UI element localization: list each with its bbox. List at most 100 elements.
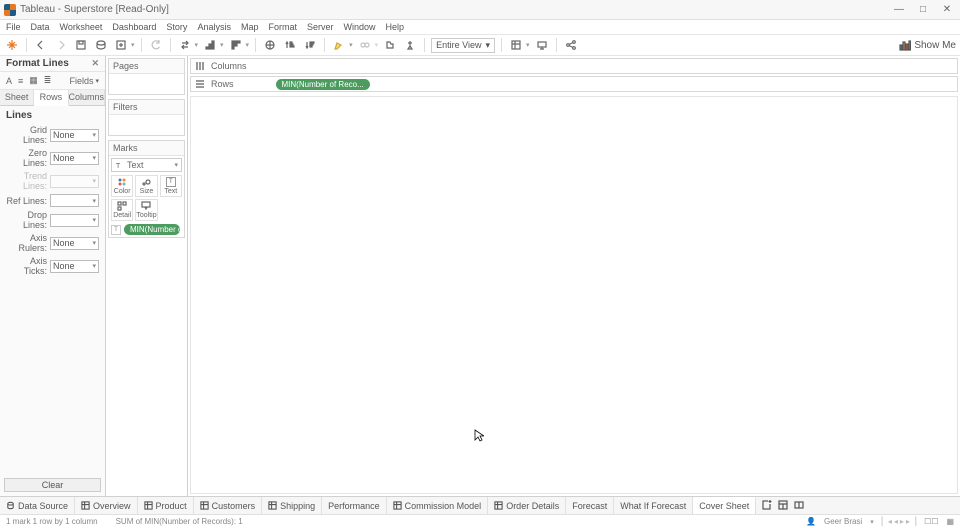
tab-overview[interactable]: Overview <box>75 497 138 514</box>
format-pane: Format Lines ✕ A ≡ ▦ ≣ Fields▾ Sheet Row… <box>0 56 106 496</box>
menu-bar: File Data Worksheet Dashboard Story Anal… <box>0 20 960 34</box>
totals-button[interactable] <box>262 37 278 53</box>
status-bar: 1 mark 1 row by 1 column SUM of MIN(Numb… <box>0 514 960 528</box>
tab-whatif[interactable]: What If Forecast <box>614 497 693 514</box>
fit-selector[interactable]: Entire View▾ <box>431 38 495 53</box>
rows-pill[interactable]: MIN(Number of Reco... <box>276 79 370 90</box>
sheet-nav[interactable]: ▏◂◂▸▸▕ <box>882 517 916 526</box>
toolbar: ▾ ▾ ▾ ▾ ▾ ▾ Entire View▾ ▾ Show Me <box>0 34 960 56</box>
sheet-tabs: Data Source Overview Product Customers S… <box>0 496 960 514</box>
window-title: Tableau - Superstore [Read-Only] <box>20 4 169 15</box>
presentation-mode-button[interactable] <box>534 37 550 53</box>
menu-file[interactable]: File <box>6 22 21 32</box>
new-worksheet-icon[interactable] <box>762 500 772 512</box>
format-close-icon[interactable]: ✕ <box>91 58 99 69</box>
marks-tooltip[interactable]: Tooltip <box>135 199 157 221</box>
sort-desc-button[interactable]: ▾ <box>228 37 250 53</box>
new-dashboard-icon[interactable] <box>778 500 788 512</box>
clear-format-button[interactable]: Clear <box>4 478 101 492</box>
tab-forecast[interactable]: Forecast <box>566 497 614 514</box>
new-story-icon[interactable] <box>794 500 804 512</box>
view-area: Columns Rows MIN(Number of Reco... <box>188 56 960 496</box>
sort-asc-button[interactable]: ▾ <box>202 37 224 53</box>
minimize-button[interactable]: — <box>894 5 904 15</box>
shading-format-icon[interactable]: ▦ <box>29 75 38 86</box>
svg-text:T: T <box>116 161 121 170</box>
sheet-sorter-icon[interactable]: ▦ <box>946 517 954 526</box>
menu-worksheet[interactable]: Worksheet <box>60 22 103 32</box>
marks-color[interactable]: Color <box>111 175 133 197</box>
close-button[interactable]: ✕ <box>942 5 952 15</box>
cards-pane: Pages Filters Marks T Text▾ Color Size T… <box>106 56 188 496</box>
format-tab-rows[interactable]: Rows <box>34 90 68 106</box>
tab-performance[interactable]: Performance <box>322 497 387 514</box>
share-button[interactable] <box>563 37 579 53</box>
save-button[interactable] <box>73 37 89 53</box>
tab-customers[interactable]: Customers <box>194 497 263 514</box>
menu-help[interactable]: Help <box>386 22 405 32</box>
axis-rulers-select[interactable]: None▾ <box>50 237 99 250</box>
refresh-button[interactable] <box>148 37 164 53</box>
format-title: Format Lines <box>6 58 69 69</box>
status-user[interactable]: Geer Brasi <box>824 517 862 526</box>
font-format-icon[interactable]: A <box>6 76 12 86</box>
highlight-button[interactable]: ▾ <box>331 37 353 53</box>
menu-data[interactable]: Data <box>31 22 50 32</box>
mark-type-select[interactable]: T Text▾ <box>111 158 182 172</box>
sort-rows-asc[interactable] <box>282 37 298 53</box>
tab-order-details[interactable]: Order Details <box>488 497 566 514</box>
trend-lines-select: ▾ <box>50 175 99 188</box>
columns-shelf[interactable]: Columns <box>190 58 958 74</box>
filters-card[interactable]: Filters <box>108 99 185 136</box>
viz-canvas[interactable] <box>190 96 958 494</box>
rows-shelf[interactable]: Rows MIN(Number of Reco... <box>190 76 958 92</box>
cursor-icon <box>474 429 484 443</box>
show-hide-cards[interactable]: ▾ <box>508 37 530 53</box>
alignment-format-icon[interactable]: ≡ <box>18 76 23 86</box>
menu-story[interactable]: Story <box>166 22 187 32</box>
new-data-button[interactable] <box>93 37 109 53</box>
menu-server[interactable]: Server <box>307 22 334 32</box>
swap-button[interactable]: ▾ <box>177 37 199 53</box>
maximize-button[interactable]: □ <box>918 5 928 15</box>
user-icon: 👤 <box>806 517 816 526</box>
drop-lines-select[interactable]: ▾ <box>50 214 99 227</box>
tab-product[interactable]: Product <box>138 497 194 514</box>
tab-cover-sheet[interactable]: Cover Sheet <box>693 497 756 514</box>
format-section-title: Lines <box>6 110 99 121</box>
filmstrip-icon[interactable]: ☐☐ <box>924 517 938 526</box>
marks-size[interactable]: Size <box>135 175 157 197</box>
marks-detail[interactable]: Detail <box>111 199 133 221</box>
menu-map[interactable]: Map <box>241 22 259 32</box>
tableau-logo-icon <box>4 4 16 16</box>
pin-button[interactable] <box>402 37 418 53</box>
ref-lines-select[interactable]: ▾ <box>50 194 99 207</box>
show-me-button[interactable]: Show Me <box>899 39 956 51</box>
format-tab-sheet[interactable]: Sheet <box>0 90 34 105</box>
back-button[interactable] <box>33 37 49 53</box>
menu-format[interactable]: Format <box>268 22 297 32</box>
format-tab-columns[interactable]: Columns <box>69 90 106 105</box>
axis-ticks-select[interactable]: None▾ <box>50 260 99 273</box>
marks-pill[interactable]: MIN(Number o... <box>124 224 180 235</box>
new-sheet-button[interactable]: ▾ <box>113 37 135 53</box>
pages-card[interactable]: Pages <box>108 58 185 95</box>
grid-lines-select[interactable]: None▾ <box>50 129 99 142</box>
forward-button[interactable] <box>53 37 69 53</box>
tab-shipping[interactable]: Shipping <box>262 497 322 514</box>
sort-rows-desc[interactable] <box>302 37 318 53</box>
tab-data-source[interactable]: Data Source <box>0 497 75 514</box>
menu-dashboard[interactable]: Dashboard <box>112 22 156 32</box>
menu-analysis[interactable]: Analysis <box>197 22 231 32</box>
group-button[interactable]: ▾ <box>357 37 379 53</box>
fields-dropdown[interactable]: Fields▾ <box>69 76 99 86</box>
tab-commission[interactable]: Commission Model <box>387 497 489 514</box>
text-icon: T <box>111 225 121 235</box>
menu-window[interactable]: Window <box>344 22 376 32</box>
lines-format-icon[interactable]: ≣ <box>44 75 52 86</box>
show-mark-labels[interactable] <box>382 37 398 53</box>
marks-card: Marks T Text▾ Color Size TText Detail To… <box>108 140 185 238</box>
marks-text[interactable]: TText <box>160 175 182 197</box>
tableau-icon[interactable] <box>4 37 20 53</box>
zero-lines-select[interactable]: None▾ <box>50 152 99 165</box>
